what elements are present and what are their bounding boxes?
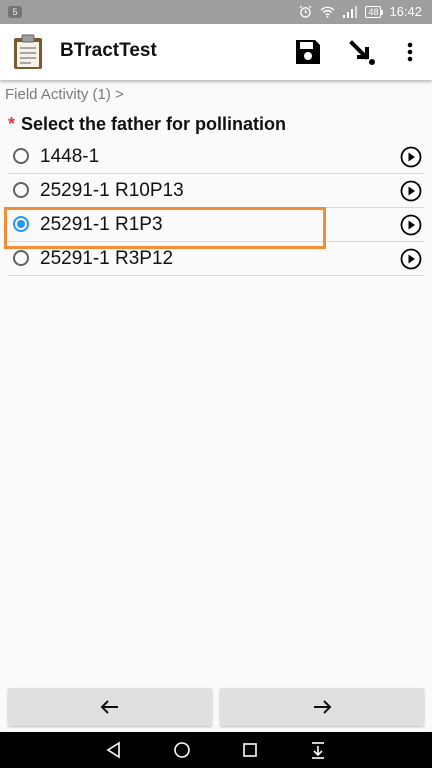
arrow-left-icon: [100, 700, 118, 714]
breadcrumb[interactable]: Field Activity (1) >: [5, 86, 124, 103]
go-to-icon[interactable]: [346, 36, 378, 68]
notification-count-badge: 5: [8, 6, 22, 18]
play-audio-icon[interactable]: [400, 214, 422, 236]
radio-button[interactable]: [13, 250, 29, 266]
option-item[interactable]: 1448-1: [8, 140, 424, 174]
option-label[interactable]: 25291-1 R1P3: [40, 214, 163, 236]
app-bar: BTractTest: [0, 24, 432, 80]
option-item-selected[interactable]: 25291-1 R1P3: [8, 208, 424, 242]
option-label[interactable]: 25291-1 R10P13: [40, 180, 184, 202]
save-icon[interactable]: [292, 36, 324, 68]
option-label[interactable]: 1448-1: [40, 146, 99, 168]
status-icons: 48 16:42: [299, 4, 422, 19]
recents-icon[interactable]: [240, 740, 260, 760]
question-text: Select the father for pollination: [21, 114, 287, 134]
back-icon[interactable]: [104, 740, 124, 760]
system-navigation-bar: [0, 732, 432, 768]
play-audio-icon[interactable]: [400, 180, 422, 202]
previous-button[interactable]: [8, 688, 212, 726]
option-item[interactable]: 25291-1 R10P13: [8, 174, 424, 208]
option-list: 1448-1 25291-1 R10P13 25291-1 R1P3 25291…: [8, 140, 424, 276]
required-marker: *: [8, 114, 16, 134]
battery-icon: 48: [365, 5, 384, 18]
status-bar: 5 48 16:42: [0, 0, 432, 24]
play-audio-icon[interactable]: [400, 248, 422, 270]
radio-button-checked[interactable]: [13, 216, 29, 232]
play-audio-icon[interactable]: [400, 146, 422, 168]
option-item[interactable]: 25291-1 R3P12: [8, 242, 424, 276]
option-label[interactable]: 25291-1 R3P12: [40, 248, 173, 270]
signal-icon: [343, 5, 358, 18]
arrow-right-icon: [314, 700, 332, 714]
question-heading: * Select the father for pollination: [8, 114, 286, 135]
next-button[interactable]: [220, 688, 424, 726]
home-icon[interactable]: [172, 740, 192, 760]
radio-button[interactable]: [13, 148, 29, 164]
clipboard-icon: [14, 34, 42, 69]
more-vert-icon[interactable]: [394, 36, 426, 68]
wifi-icon: [320, 6, 335, 18]
radio-button[interactable]: [13, 182, 29, 198]
alarm-icon: [299, 5, 312, 18]
status-time: 16:42: [389, 4, 422, 19]
notifications-pull-icon[interactable]: [308, 740, 328, 760]
app-title: BTractTest: [60, 40, 157, 61]
